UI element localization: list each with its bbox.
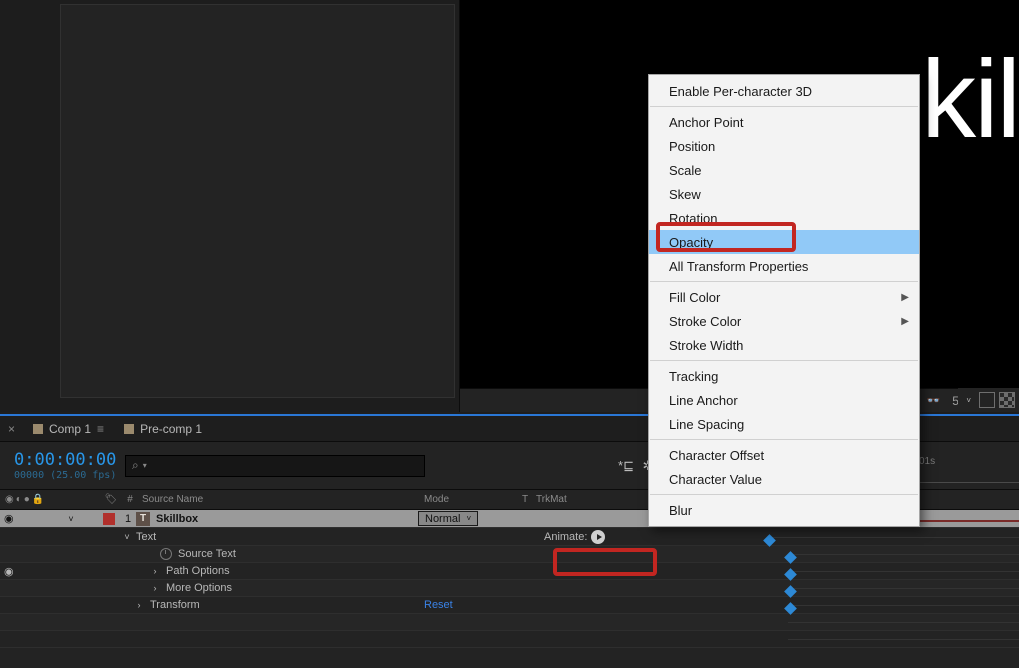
twirl-right-icon[interactable]: › (134, 600, 144, 610)
text-group-label: Text (136, 531, 416, 543)
animate-label: Animate: (544, 531, 587, 543)
solo-column-icon[interactable]: ● (24, 494, 30, 505)
visibility-toggle[interactable]: ◉ (4, 512, 16, 525)
layer-index: 1 (120, 513, 136, 525)
twirl-right-icon[interactable]: › (150, 583, 160, 593)
text-layer-icon: T (136, 512, 150, 526)
menu-item-anchor-point[interactable]: Anchor Point (649, 110, 919, 134)
property-label: Path Options (166, 565, 230, 577)
menu-item-scale[interactable]: Scale (649, 158, 919, 182)
comp-icon (124, 424, 134, 434)
comp-icon (33, 424, 43, 434)
menu-item-all-transform-properties[interactable]: All Transform Properties (649, 254, 919, 278)
blend-mode-dropdown[interactable]: Normal ˅ (418, 511, 478, 526)
text-group-row[interactable]: ˅ Text Animate: (0, 528, 1019, 546)
menu-separator (650, 494, 918, 495)
tab-comp1[interactable]: Comp 1 ≡ (29, 416, 108, 442)
visibility-toggle[interactable]: ◉ (4, 565, 16, 578)
menu-item-opacity[interactable]: Opacity (649, 230, 919, 254)
animate-context-menu[interactable]: Enable Per-character 3D Anchor PointPosit… (648, 74, 920, 527)
layer-name[interactable]: Skillbox (156, 513, 198, 525)
goggles-icon[interactable]: 👓 (924, 393, 942, 409)
trkmat-column: TrkMat (536, 494, 596, 505)
submenu-arrow-icon: ▶ (901, 292, 909, 303)
project-panel (0, 0, 460, 412)
empty-row (0, 631, 1019, 648)
audio-column-icon[interactable]: ◐ (16, 494, 22, 505)
viewer-right-tools: ˅ (958, 388, 1019, 412)
search-dropdown-icon: ▾ (143, 461, 147, 470)
lock-column-icon[interactable]: 🔒 (32, 494, 44, 505)
menu-item-fill-color[interactable]: Fill Color▶ (649, 285, 919, 309)
search-field[interactable] (151, 458, 418, 473)
channel-toggle[interactable] (979, 392, 995, 408)
path-options-row[interactable]: ◉ › Path Options (0, 563, 1019, 580)
menu-item-character-value[interactable]: Character Value (649, 467, 919, 491)
transform-reset-link[interactable]: Reset (424, 599, 534, 611)
close-tab-button[interactable]: × (8, 422, 15, 436)
t-column: T (514, 494, 536, 505)
source-text-row[interactable]: Source Text (0, 546, 1019, 563)
eye-column-icon[interactable]: ◉ (5, 494, 14, 505)
layer-rows: ◉ ˅ 1 T Skillbox Normal ˅ (0, 510, 1019, 648)
animate-menu-button[interactable]: Animate: (544, 530, 611, 544)
timeline-search-input[interactable]: ⌕ ▾ (125, 455, 425, 477)
property-label: Transform (150, 599, 200, 611)
menu-item-line-anchor[interactable]: Line Anchor (649, 388, 919, 412)
menu-item-line-spacing[interactable]: Line Spacing (649, 412, 919, 436)
menu-item-tracking[interactable]: Tracking (649, 364, 919, 388)
index-column: # (122, 494, 138, 505)
project-panel-empty (60, 4, 455, 398)
menu-item-blur[interactable]: Blur (649, 498, 919, 522)
property-label: More Options (166, 582, 232, 594)
preview-text: kil (921, 36, 1019, 163)
menu-item-position[interactable]: Position (649, 134, 919, 158)
frame-fps-display: 00000 (25.00 fps) (14, 470, 125, 481)
twirl-right-icon[interactable]: › (150, 566, 160, 576)
empty-row (0, 614, 1019, 631)
blend-mode-value: Normal (425, 513, 460, 525)
menu-separator (650, 281, 918, 282)
more-options-row[interactable]: › More Options (0, 580, 1019, 597)
menu-item-skew[interactable]: Skew (649, 182, 919, 206)
snap-icon[interactable]: *⊑ (615, 455, 637, 477)
ruler-tick-01s: 01s (919, 456, 935, 467)
tab-label: Pre-comp 1 (140, 422, 202, 436)
menu-separator (650, 439, 918, 440)
tab-label: Comp 1 (49, 422, 91, 436)
chevron-down-icon: ˅ (466, 514, 471, 523)
mode-column: Mode (418, 494, 514, 505)
transform-row[interactable]: › Transform Reset (0, 597, 1019, 614)
menu-item-rotation[interactable]: Rotation (649, 206, 919, 230)
menu-separator (650, 106, 918, 107)
menu-item-stroke-width[interactable]: Stroke Width (649, 333, 919, 357)
transparency-grid-toggle[interactable] (999, 392, 1015, 408)
source-name-column[interactable]: Source Name (138, 494, 418, 505)
menu-item-character-offset[interactable]: Character Offset (649, 443, 919, 467)
menu-separator (650, 360, 918, 361)
search-icon: ⌕ (132, 458, 139, 473)
animate-arrow-icon (591, 530, 605, 544)
stopwatch-icon[interactable] (160, 548, 172, 560)
menu-item-enable-per-character-3d[interactable]: Enable Per-character 3D (649, 79, 919, 103)
chevron-down-icon[interactable]: ˅ (962, 396, 975, 405)
menu-item-stroke-color[interactable]: Stroke Color▶ (649, 309, 919, 333)
tab-precomp1[interactable]: Pre-comp 1 (120, 416, 206, 442)
submenu-arrow-icon: ▶ (901, 316, 909, 327)
twirl-down-icon[interactable]: ˅ (122, 532, 132, 542)
current-timecode[interactable]: 0:00:00:00 (14, 450, 125, 470)
twirl-down-icon[interactable]: ˅ (66, 514, 76, 524)
property-label: Source Text (178, 548, 236, 560)
tab-menu-icon[interactable]: ≡ (97, 422, 104, 436)
label-column-icon[interactable]: 🏷 (100, 494, 122, 505)
layer-color-chip[interactable] (103, 513, 115, 525)
